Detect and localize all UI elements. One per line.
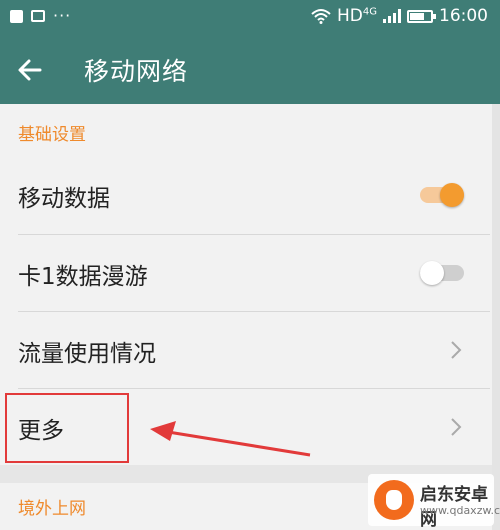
section-header-overseas: 境外上网 (18, 499, 86, 519)
wifi-icon (311, 9, 331, 24)
settings-list: 基础设置 移动数据 卡1数据漫游 流量使用情况 更多 境外上网 (0, 104, 500, 530)
setting-label: 卡1数据漫游 (18, 264, 148, 290)
setting-roaming[interactable]: 卡1数据漫游 (0, 235, 490, 311)
annotation-arrow-icon (150, 421, 311, 457)
highlight-box (5, 393, 129, 463)
setting-data-usage[interactable]: 流量使用情况 (0, 312, 490, 388)
status-time: 16:00 (439, 6, 488, 26)
more-dots-icon: ··· (53, 6, 72, 25)
switch-knob (440, 183, 464, 207)
page-title: 移动网络 (84, 57, 189, 86)
app-toolbar: 移动网络 (0, 36, 500, 104)
watermark-logo: 启东安卓网 www.qdaxzw.com (368, 474, 500, 530)
chevron-right-icon (451, 341, 462, 359)
battery-fill (410, 12, 424, 20)
network-type: HD4G (337, 6, 377, 26)
battery-icon (407, 9, 436, 23)
image-icon (31, 10, 45, 22)
mobile-data-switch[interactable] (420, 183, 464, 207)
scrollbar[interactable] (492, 104, 500, 530)
signal-icon (383, 9, 401, 23)
setting-label: 流量使用情况 (18, 341, 156, 367)
setting-mobile-data[interactable]: 移动数据 (0, 157, 490, 233)
roaming-switch[interactable] (420, 261, 464, 285)
chevron-right-icon (451, 418, 462, 436)
section-header-basic: 基础设置 (18, 125, 86, 145)
status-bar: ··· HD4G 16:00 (0, 0, 500, 36)
grid-icon (10, 9, 23, 23)
watermark-logo-icon (374, 480, 414, 520)
status-right: HD4G 16:00 (311, 6, 488, 26)
setting-label: 移动数据 (18, 186, 110, 212)
arrow-left-icon[interactable] (14, 54, 46, 86)
status-left-icons: ··· (10, 6, 72, 25)
watermark-url: www.qdaxzw.com (420, 504, 500, 517)
switch-knob (420, 261, 444, 285)
